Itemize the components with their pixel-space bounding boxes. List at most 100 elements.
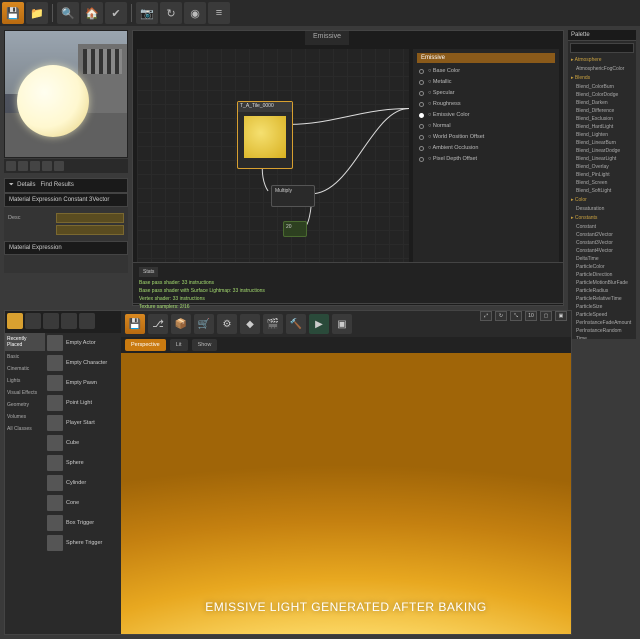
palette-category[interactable]: ▸ Atmosphere [568, 55, 636, 65]
place-item[interactable]: Empty Pawn [45, 373, 121, 393]
details-section-2[interactable]: Material Expression [4, 241, 128, 255]
palette-item[interactable]: Blend_ColorBurn [568, 83, 636, 91]
palette-item[interactable]: Constant3Vector [568, 239, 636, 247]
paint-mode-tab[interactable] [25, 313, 41, 329]
palette-item[interactable]: Blend_Lighten [568, 131, 636, 139]
palette-category[interactable]: ▸ Blends [568, 73, 636, 83]
palette-item[interactable]: ParticleSize [568, 303, 636, 311]
palette-item[interactable]: Blend_HardLight [568, 123, 636, 131]
output-pin-ambient-occlusion[interactable]: ○ Ambient Occlusion [417, 145, 555, 151]
palette-item[interactable]: ParticleDirection [568, 271, 636, 279]
source-control-button[interactable]: ⎇ [148, 314, 168, 334]
output-pin-pixel-depth-offset[interactable]: ○ Pixel Depth Offset [417, 156, 555, 162]
detail-input-2[interactable] [56, 225, 124, 235]
palette-item[interactable]: Time [568, 335, 636, 339]
material-tab[interactable]: Emissive [305, 31, 349, 45]
details-header[interactable]: ⏷ Details Find Results [4, 178, 128, 193]
level-save-button[interactable]: 💾 [125, 314, 145, 334]
build-button[interactable]: 🔨 [286, 314, 306, 334]
viewmode-dropdown[interactable]: Lit [170, 339, 188, 351]
palette-item[interactable]: Blend_SoftLight [568, 187, 636, 195]
palette-item[interactable]: Constant [568, 223, 636, 231]
palette-item[interactable]: Blend_Overlay [568, 163, 636, 171]
place-item[interactable]: Cube [45, 433, 121, 453]
place-item[interactable]: Cone [45, 493, 121, 513]
geometry-mode-tab[interactable] [79, 313, 95, 329]
output-pin-base-color[interactable]: ○ Base Color [417, 68, 555, 74]
palette-item[interactable]: AtmosphericFogColor [568, 65, 636, 73]
place-item[interactable]: Point Light [45, 393, 121, 413]
play-button[interactable]: ▶ [309, 314, 329, 334]
palette-item[interactable]: PerInstanceRandom [568, 327, 636, 335]
transform-gizmo-rotate[interactable]: ↻ [495, 311, 507, 321]
browse-button[interactable]: 📁 [26, 2, 48, 24]
palette-item[interactable]: DeltaTime [568, 255, 636, 263]
palette-item[interactable]: ParticleColor [568, 263, 636, 271]
palette-item[interactable]: Blend_Darken [568, 99, 636, 107]
snap-angle[interactable]: ▢ [540, 311, 552, 321]
texture-sample-node[interactable]: T_A_Tile_0000 [237, 101, 293, 169]
place-category[interactable]: All Classes [5, 423, 45, 435]
output-pin-roughness[interactable]: ○ Roughness [417, 101, 555, 107]
place-mode-tab[interactable] [7, 313, 23, 329]
show-dropdown[interactable]: Show [192, 339, 218, 351]
place-category[interactable]: Recently Placed [5, 333, 45, 351]
output-pin-emissive-color[interactable]: ○ Emissive Color [417, 112, 555, 118]
output-pin-specular[interactable]: ○ Specular [417, 90, 555, 96]
transform-gizmo-move[interactable]: ⤢ [480, 311, 492, 321]
palette-item[interactable]: Blend_ColorDodge [568, 91, 636, 99]
cinematics-button[interactable]: 🎬 [263, 314, 283, 334]
palette-item[interactable]: PerInstanceFadeAmount [568, 319, 636, 327]
multiply-node[interactable]: Multiply [271, 185, 315, 207]
palette-item[interactable]: ParticleRadius [568, 287, 636, 295]
place-item[interactable]: Box Trigger [45, 513, 121, 533]
preview-shape-cylinder[interactable] [18, 161, 28, 171]
place-item[interactable]: Sphere [45, 453, 121, 473]
camera-button[interactable]: 📷 [136, 2, 158, 24]
palette-search-input[interactable] [570, 43, 634, 53]
palette-category[interactable]: ▸ Color [568, 195, 636, 205]
save-button[interactable]: 💾 [2, 2, 24, 24]
search-button[interactable]: 🔍 [57, 2, 79, 24]
blueprints-button[interactable]: ◆ [240, 314, 260, 334]
detail-input-1[interactable] [56, 213, 124, 223]
palette-item[interactable]: ParticleSpeed [568, 311, 636, 319]
transform-gizmo-scale[interactable]: ⤡ [510, 311, 522, 321]
place-item[interactable]: Sphere Trigger [45, 533, 121, 553]
mesh-button[interactable]: ◉ [184, 2, 206, 24]
material-preview-viewport[interactable] [4, 30, 128, 158]
output-pin-world-position-offset[interactable]: ○ World Position Offset [417, 134, 555, 140]
constant-node[interactable]: 20 [283, 221, 307, 237]
content-button[interactable]: 📦 [171, 314, 191, 334]
landscape-mode-tab[interactable] [43, 313, 59, 329]
palette-item[interactable]: Blend_Difference [568, 107, 636, 115]
apply-button[interactable]: ✔ [105, 2, 127, 24]
preview-shape-mesh[interactable] [54, 161, 64, 171]
place-category[interactable]: Basic [5, 351, 45, 363]
level-viewport[interactable]: EMISSIVE LIGHT GENERATED AFTER BAKING [121, 353, 571, 634]
palette-item[interactable]: Blend_LinearLight [568, 155, 636, 163]
perspective-dropdown[interactable]: Perspective [125, 339, 166, 351]
live-update-button[interactable]: ↻ [160, 2, 182, 24]
place-category[interactable]: Cinematic [5, 363, 45, 375]
palette-item[interactable]: ParticleRelativeTime [568, 295, 636, 303]
place-category[interactable]: Lights [5, 375, 45, 387]
palette-item[interactable]: Blend_LinearBurn [568, 139, 636, 147]
palette-item[interactable]: ParticleMotionBlurFade [568, 279, 636, 287]
stats-button[interactable]: ≡ [208, 2, 230, 24]
preview-shape-cube[interactable] [42, 161, 52, 171]
foliage-mode-tab[interactable] [61, 313, 77, 329]
camera-speed[interactable]: ▣ [555, 311, 567, 321]
place-category[interactable]: Visual Effects [5, 387, 45, 399]
palette-item[interactable]: Constant2Vector [568, 231, 636, 239]
preview-shape-plane[interactable] [6, 161, 16, 171]
place-item[interactable]: Empty Actor [45, 333, 121, 353]
stats-tab[interactable]: Stats [139, 267, 158, 277]
place-item[interactable]: Cylinder [45, 473, 121, 493]
palette-item[interactable]: Desaturation [568, 205, 636, 213]
palette-item[interactable]: Constant4Vector [568, 247, 636, 255]
details-section-1[interactable]: Material Expression Constant 3Vector [4, 193, 128, 207]
preview-shape-sphere[interactable] [30, 161, 40, 171]
palette-item[interactable]: Blend_PinLight [568, 171, 636, 179]
output-pin-normal[interactable]: ○ Normal [417, 123, 555, 129]
